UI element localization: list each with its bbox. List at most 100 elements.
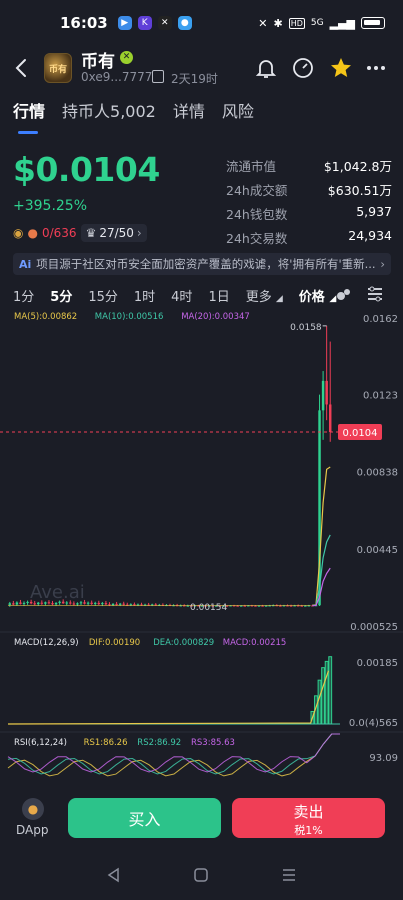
candle-body — [65, 602, 68, 604]
okx-icon: ✕ — [157, 16, 172, 30]
candle-body — [321, 380, 325, 411]
ma-legend-label: MA(20):0.00347 — [181, 312, 250, 322]
star-icon[interactable] — [329, 56, 353, 80]
back-icon[interactable] — [12, 56, 32, 80]
candle-body — [26, 601, 29, 603]
stat-row: 24h成交额 $630.51万 — [226, 180, 392, 204]
token-avatar: 币有 — [44, 53, 72, 83]
ai-icon: Ai — [19, 257, 32, 271]
candle-body — [40, 602, 44, 604]
rank-pill[interactable]: ♛ 27/50 › — [80, 224, 147, 242]
nav-back-icon[interactable] — [106, 867, 122, 883]
candle-body — [29, 601, 33, 604]
stats-panel: 流通市值 $1,042.8万 24h成交额 $630.51万 24h钱包数 5,937… — [226, 156, 392, 252]
badge-holders: 0/636 — [41, 226, 77, 240]
tab-holders[interactable]: 持币人5,002 — [62, 98, 156, 128]
candle-body — [93, 602, 97, 604]
rsi-legend-label: RS2:86.92 — [137, 738, 181, 748]
ma-legend-label: MA(10):0.00516 — [95, 312, 164, 322]
price-toggle-label: 价格 — [298, 289, 325, 305]
y-tick-label: 0.0162 — [363, 314, 398, 325]
timeframe-4h[interactable]: 4时 — [171, 286, 192, 305]
candle-body — [101, 603, 104, 605]
rsi-y-tick: 93.09 — [369, 753, 398, 764]
bell-icon[interactable] — [254, 56, 278, 80]
candle-body — [83, 602, 86, 604]
timeframe-15m[interactable]: 15分 — [88, 286, 118, 305]
nav-home-icon[interactable] — [193, 867, 209, 883]
candle-body — [97, 602, 101, 605]
macd-y-tick: 0.00185 — [357, 658, 398, 669]
token-name: 币有 — [81, 52, 115, 72]
candle-body — [76, 603, 79, 605]
copy-icon[interactable] — [152, 70, 164, 83]
candle-body — [61, 601, 65, 604]
candle-body — [115, 603, 118, 605]
rsi-legend-label: RS1:86.26 — [84, 738, 128, 748]
y-tick-label: 0.000525 — [350, 622, 398, 633]
dapp-label[interactable]: DApp — [16, 823, 48, 837]
current-price: $0.0104 — [13, 150, 160, 189]
candle-body — [69, 602, 72, 604]
bluetooth-icon: ✱ — [273, 16, 283, 30]
price-toggle[interactable]: 价格 ◢ — [299, 286, 336, 305]
indicator-icon[interactable] — [335, 285, 353, 303]
timeframe-1d[interactable]: 1日 — [208, 286, 229, 305]
battery-icon — [361, 17, 385, 29]
settings-icon[interactable] — [366, 285, 384, 303]
candle-body — [325, 380, 328, 405]
current-price-label: 0.0104 — [343, 428, 378, 439]
tab-details[interactable]: 详情 — [173, 98, 205, 128]
k-app-icon: K — [137, 16, 152, 30]
status-time: 16:03 — [60, 14, 108, 32]
low-label: 0.00154 — [190, 603, 227, 613]
candle-body — [58, 601, 61, 603]
macd-y-tick: 0.0(4)565 — [349, 718, 398, 729]
candle-body — [86, 602, 90, 604]
timeframe-more[interactable]: 更多 ◢ — [246, 286, 283, 305]
ai-notice[interactable]: Ai 项目源于社区对币安全面加密资产覆盖的戏谑，将'拥有所有'重新... › — [13, 253, 391, 275]
sell-tax: 税1% — [294, 824, 323, 837]
buy-button[interactable]: 买入 — [68, 798, 221, 838]
sell-button[interactable]: 卖出 税1% — [232, 798, 385, 838]
timeframe-5m[interactable]: 5分 — [50, 286, 72, 305]
watermark-text: Ave.ai — [30, 582, 85, 603]
stat-value: $1,042.8万 — [323, 159, 392, 174]
candle-body — [51, 603, 54, 605]
caret-icon: ◢ — [275, 293, 283, 304]
y-tick-label: 0.00445 — [357, 545, 398, 556]
gauge-icon[interactable] — [291, 56, 315, 80]
macd-bar-fill — [321, 667, 325, 724]
macd-bar-fill — [328, 656, 332, 724]
macd-bar-fill — [318, 680, 321, 724]
timeframe-1m[interactable]: 1分 — [13, 286, 34, 305]
macd-legend-label: MACD:0.00215 — [223, 638, 286, 648]
price-chart[interactable]: MA(5):0.00862 MA(10):0.00516 MA(20):0.0034… — [0, 308, 403, 788]
stat-label: 24h成交额 — [226, 183, 288, 198]
candle-body — [54, 602, 58, 605]
system-nav-bar — [0, 850, 403, 900]
nav-menu-icon[interactable] — [281, 867, 297, 883]
tab-market[interactable]: 行情 — [13, 98, 45, 134]
chat-icon: ● — [177, 16, 192, 30]
badge-row: ◉ ● 0/636 ♛ 27/50 › — [13, 224, 147, 242]
macd-legend-label: MACD(12,26,9) — [14, 638, 79, 648]
more-icon[interactable] — [364, 56, 388, 80]
y-tick-label: 0.0123 — [363, 391, 398, 402]
stat-value: $630.51万 — [327, 183, 392, 198]
signal-label: 5G — [310, 18, 324, 28]
crown-icon: ♛ — [85, 226, 97, 240]
candle-body — [122, 603, 125, 605]
macd-legend-label: DEA:0.000829 — [153, 638, 214, 648]
candle-body — [19, 602, 22, 604]
candle-body — [12, 603, 15, 605]
stat-label: 流通市值 — [226, 159, 277, 174]
status-app-icons: ▶ K ✕ ● — [117, 16, 192, 30]
stat-value: 24,934 — [348, 228, 392, 243]
notice-text: 项目源于社区对币安全面加密资产覆盖的戏谑，将'拥有所有'重新... — [36, 257, 376, 271]
dapp-icon[interactable]: ● — [22, 798, 44, 820]
timeframe-1h[interactable]: 1时 — [134, 286, 155, 305]
mute-icon: ✕ — [258, 16, 268, 30]
candle-body — [118, 603, 122, 605]
tab-risk[interactable]: 风险 — [222, 98, 254, 128]
